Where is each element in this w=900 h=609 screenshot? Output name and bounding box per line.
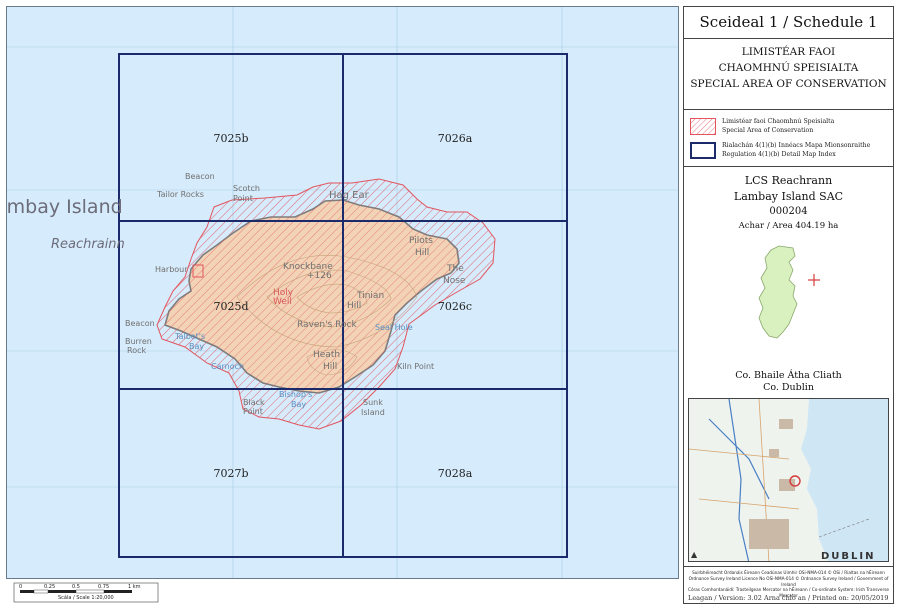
label-sunk-island: Island [361, 408, 385, 417]
label-kiln-point: Kiln Point [397, 362, 434, 371]
schedule-title: Sceideal 1 / Schedule 1 [684, 7, 893, 39]
north-arrow-icon: ▲ [691, 550, 698, 559]
printed-label: Arna chló an / Printed on: 20/05/2019 [764, 594, 889, 602]
island-name-label: ambay Island [7, 196, 123, 218]
label-tailor-rocks: Tailor Rocks [156, 190, 204, 199]
label-scotch-point: Point [233, 194, 253, 203]
label-bishops: Bishop's [279, 390, 312, 399]
grid-label-7025b[interactable]: 7025b [213, 132, 248, 145]
label-height: +126 [307, 271, 332, 281]
grid-swatch [690, 142, 716, 159]
scale-bar: 0 0.25 0.5 0.75 1 km Scála / Scale 1:20,… [6, 579, 679, 605]
label-pilots-hill: Hill [415, 248, 429, 258]
label-talbots-bay: Bay [189, 342, 204, 351]
key-sac-english: Special Area of Conservation [722, 127, 814, 134]
inset-city-label: DUBLIN [821, 551, 876, 562]
site-code: 000204 [769, 206, 808, 217]
key-sac-irish: Limistéar faoi Chaomhnú Speisialta [722, 118, 835, 125]
irish-name-label: Reachrainn [51, 237, 125, 252]
county-irish: Co. Bhaile Átha Cliath [735, 370, 842, 381]
grid-label-7026a[interactable]: 7026a [438, 132, 473, 145]
label-pilots: Pilots [409, 236, 433, 246]
sac-hatch-swatch [690, 118, 716, 135]
key-sac: Limistéar faoi Chaomhnú Speisialta Speci… [690, 116, 890, 138]
label-the-nose-2: Nose [443, 276, 466, 286]
inset-map: DUBLIN ▲ [688, 398, 889, 562]
label-well: Well [273, 297, 292, 307]
credits-line-2: Ordnance Survey Ireland Licence No OSi-N… [688, 575, 889, 587]
county-english: Co. Dublin [763, 382, 814, 393]
county-label: Co. Bhaile Átha Cliath Co. Dublin [684, 370, 893, 394]
locator-map [758, 245, 820, 339]
designation-irish-line-2: CHAOMHNÚ SPEISIALTA [718, 62, 859, 74]
label-heath: Heath [313, 350, 340, 360]
label-talbots: Talbot's [174, 332, 205, 341]
label-seal-hole: Seal Hole [375, 323, 413, 332]
version-label: Leagan / Version: 3.02 [688, 594, 762, 602]
scale-tick-0: 0 [19, 584, 22, 590]
designation-irish-line-1: LIMISTÉAR FAOI [741, 46, 836, 58]
key-grid: Rialachán 4(1)(b) Innéacs Mapa Mionsonra… [690, 140, 890, 162]
site-name-irish: LCS Reachrann [744, 174, 833, 187]
label-burren: Burren [125, 337, 152, 346]
designation-block: LIMISTÉAR FAOI CHAOMHNÚ SPEISIALTA SPECI… [684, 38, 893, 110]
label-black-point: Point [243, 407, 263, 416]
scale-tick-2: 0.5 [72, 584, 80, 590]
label-black: Black [243, 398, 265, 407]
designation-english: SPECIAL AREA OF CONSERVATION [690, 78, 887, 90]
grid-label-7026c[interactable]: 7026c [438, 300, 472, 313]
grid-label-7025d[interactable]: 7025d [213, 300, 248, 313]
label-bishops-bay: Bay [291, 400, 306, 409]
credits-line-1: Suirbhéireacht Ordanáis Éireann Ceadúnas… [692, 570, 885, 575]
site-area: Achar / Area 404.19 ha [738, 221, 839, 231]
site-name-english: Lambay Island SAC [733, 190, 844, 203]
map-canvas: 7025b 7026a 7025d 7026c 7027b 7028a amba… [7, 7, 678, 578]
key-grid-irish: Rialachán 4(1)(b) Innéacs Mapa Mionsonra… [722, 142, 871, 149]
grid-label-7027b[interactable]: 7027b [213, 467, 248, 480]
legend-panel: Sceideal 1 / Schedule 1 LIMISTÉAR FAOI C… [683, 6, 894, 604]
grid-label-7028a[interactable]: 7028a [438, 467, 473, 480]
key-grid-english: Regulation 4(1)(b) Detail Map Index [722, 151, 836, 158]
label-carnoch: Carnoch [211, 362, 244, 371]
map-key: Limistéar faoi Chaomhnú Speisialta Speci… [684, 110, 893, 167]
location-marker-icon [808, 274, 820, 286]
scale-tick-4: 1 km [128, 584, 141, 590]
label-scotch: Scotch [233, 184, 260, 193]
label-tinian-hill: Hill [347, 301, 361, 311]
label-harbour: Harbour [155, 265, 188, 274]
label-heath-hill: Hill [323, 362, 337, 372]
scale-tick-3: 0.75 [98, 584, 109, 590]
label-sunk: Sunk [363, 398, 383, 407]
label-burren-rock: Rock [127, 346, 146, 355]
label-the-nose-1: The [446, 264, 464, 274]
scale-tick-1: 0.25 [44, 584, 55, 590]
label-beacon-west: Beacon [125, 319, 155, 328]
label-hag-ear: Hag Ear [329, 190, 370, 201]
label-ravens-rock: Raven's Rock [297, 320, 357, 330]
map-frame[interactable]: 7025b 7026a 7025d 7026c 7027b 7028a amba… [6, 6, 679, 579]
label-beacon-north: Beacon [185, 172, 215, 181]
scale-caption: Scála / Scale 1:20,000 [58, 594, 114, 601]
label-tinian: Tinian [356, 291, 384, 301]
